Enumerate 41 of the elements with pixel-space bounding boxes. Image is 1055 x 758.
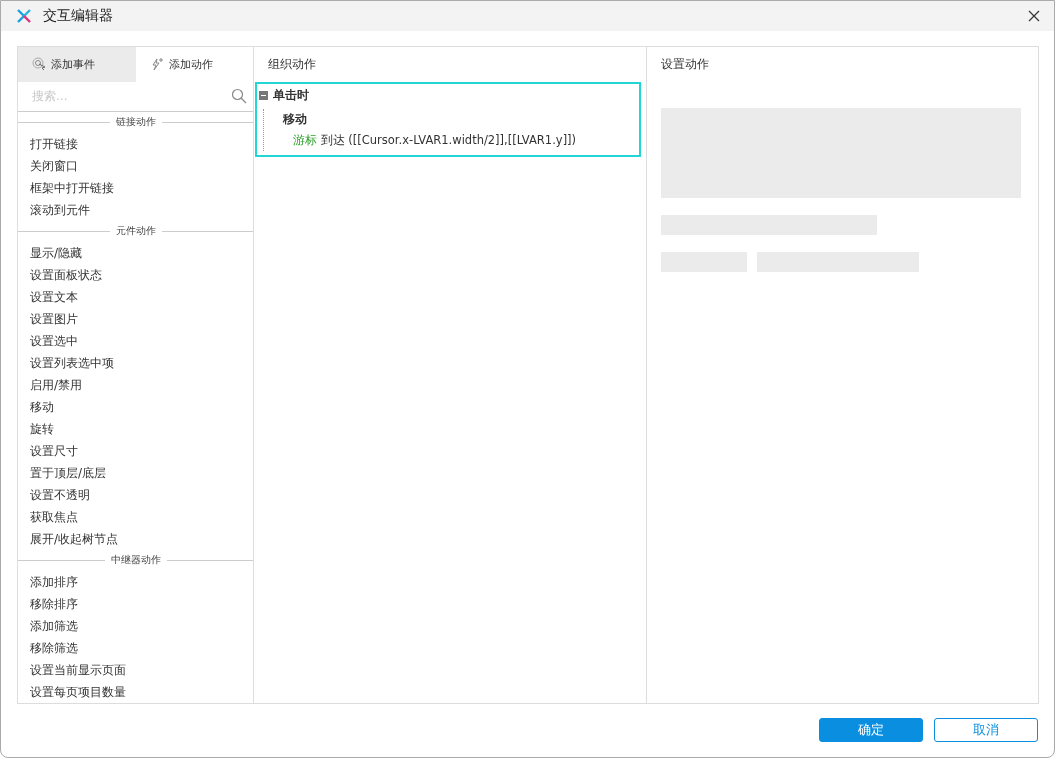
- action-item[interactable]: 置于顶层/底层: [18, 461, 253, 484]
- action-item[interactable]: 设置每页项目数量: [18, 681, 253, 703]
- action-item[interactable]: 设置图片: [18, 307, 253, 330]
- action-item[interactable]: 展开/收起树节点: [18, 527, 253, 550]
- action-item[interactable]: 添加筛选: [18, 615, 253, 637]
- panel-title: 设置动作: [661, 56, 710, 73]
- action-item[interactable]: 滚动到元件: [18, 198, 253, 221]
- cancel-button[interactable]: 取消: [934, 718, 1038, 742]
- search-icon: [231, 88, 247, 105]
- action-item[interactable]: 打开链接: [18, 132, 253, 155]
- action-item[interactable]: 设置不透明: [18, 483, 253, 506]
- section-header: 中继器动作: [18, 549, 253, 571]
- action-item[interactable]: 设置面板状态: [18, 263, 253, 286]
- tab[interactable]: 添加事件: [18, 47, 136, 82]
- action-item[interactable]: 移动: [18, 395, 253, 418]
- action-name: 移动: [283, 111, 308, 128]
- action-item[interactable]: 移除筛选: [18, 637, 253, 659]
- action-detail: 游标 到达 ([[Cursor.x-LVAR1.width/2]],[[LVAR1.y]]): [292, 132, 578, 149]
- event-label: 单击时: [273, 86, 309, 104]
- action-item[interactable]: 设置尺寸: [18, 439, 253, 462]
- panel-title: 组织动作: [267, 56, 317, 73]
- action-item[interactable]: 显示/隐藏: [18, 241, 253, 264]
- action-item[interactable]: 移除排序: [18, 593, 253, 615]
- action-item[interactable]: 关闭窗口: [18, 154, 253, 177]
- collapse-icon[interactable]: [259, 90, 268, 100]
- action-item[interactable]: 启用/禁用: [18, 373, 253, 396]
- pointer-click-icon: [32, 57, 46, 72]
- action-item[interactable]: 旋转: [18, 417, 253, 440]
- window-title: 交互编辑器: [43, 7, 114, 25]
- action-item[interactable]: 设置文本: [18, 285, 253, 308]
- action-item[interactable]: 设置选中: [18, 329, 253, 352]
- action-item[interactable]: 框架中打开链接: [18, 176, 253, 199]
- action-item[interactable]: 设置当前显示页面: [18, 659, 253, 681]
- action-item[interactable]: 添加排序: [18, 571, 253, 593]
- event-block[interactable]: 单击时 移动 游标 到达 ([[Cursor.x-LVAR1.width/2]],[[LVAR1.y]]): [255, 82, 641, 157]
- section-header: 元件动作: [18, 220, 253, 242]
- app-logo-icon: [17, 9, 31, 23]
- section-header: 链接动作: [18, 111, 253, 133]
- action-item[interactable]: 设置列表选中项: [18, 351, 253, 374]
- action-item[interactable]: 获取焦点: [18, 505, 253, 528]
- lightning-plus-icon: [149, 57, 164, 72]
